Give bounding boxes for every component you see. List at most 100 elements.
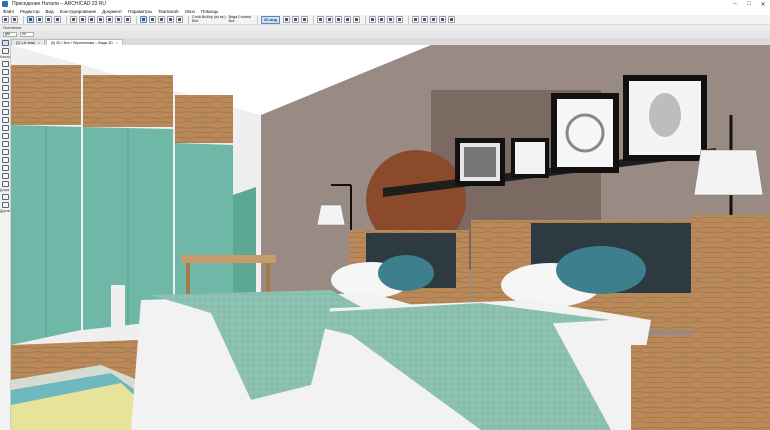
minimize-button[interactable]: – — [728, 0, 742, 8]
toolbar-divider — [188, 15, 189, 24]
wall-lamp-shade — [693, 149, 764, 196]
object-tool-icon[interactable] — [1, 164, 9, 171]
layer-filter-label: Слой Выбор (по вк.) Всё — [192, 14, 226, 23]
trace-icon[interactable] — [149, 16, 156, 23]
pillow — [378, 255, 434, 291]
menu-edit[interactable]: Редактор — [20, 9, 39, 14]
menu-options[interactable]: Параметры — [128, 9, 152, 14]
pillow — [556, 246, 646, 294]
3d-window-icon[interactable] — [291, 16, 299, 23]
shell-tool-icon[interactable] — [1, 132, 9, 139]
railing-tool-icon[interactable] — [1, 116, 9, 123]
toolbox-section-label: Констр. — [0, 55, 12, 59]
menu-design[interactable]: Конструирование — [60, 9, 97, 14]
door-tool-icon[interactable] — [1, 68, 9, 75]
slab-icon[interactable] — [97, 16, 104, 23]
dimension-tool-icon[interactable] — [1, 193, 9, 200]
arrow-icon[interactable] — [27, 16, 34, 23]
nightstand — [691, 215, 770, 345]
toolbar-divider — [136, 15, 137, 24]
bed-base — [631, 345, 770, 430]
marquee-tool-icon[interactable] — [1, 47, 9, 54]
menu-document[interactable]: Документ — [102, 9, 122, 14]
object-icon[interactable] — [124, 16, 131, 23]
desk — [181, 255, 276, 263]
door-icon[interactable] — [79, 16, 86, 23]
pen-set-icon[interactable] — [167, 16, 174, 23]
toolbox-panel: Констр. Докум. Другие — [0, 38, 11, 430]
slab-tool-icon[interactable] — [1, 100, 9, 107]
elevation-icon[interactable] — [377, 16, 385, 23]
archicad-logo-icon — [2, 1, 8, 7]
wall-icon[interactable] — [70, 16, 77, 23]
perspective-icon[interactable] — [300, 16, 308, 23]
detail-icon[interactable] — [386, 16, 394, 23]
toolbar-divider — [312, 15, 314, 24]
marquee-icon[interactable] — [36, 16, 43, 23]
zoom-in-icon[interactable] — [420, 16, 428, 23]
worksheet-icon[interactable] — [395, 16, 403, 23]
magic-wand-icon[interactable] — [45, 16, 52, 23]
render-icon[interactable] — [352, 16, 360, 23]
stair-tool-icon[interactable] — [1, 108, 9, 115]
section-icon[interactable] — [368, 16, 376, 23]
window-controls: – □ ✕ — [728, 0, 770, 8]
grid-icon[interactable] — [140, 16, 147, 23]
open-wardrobe-door — [233, 187, 256, 307]
renovation-icon[interactable] — [176, 16, 183, 23]
snap-icon[interactable] — [54, 16, 61, 23]
skylight-tool-icon[interactable] — [1, 140, 9, 147]
maximize-button[interactable]: □ — [742, 0, 756, 8]
chair — [111, 285, 125, 335]
pan-icon[interactable] — [411, 16, 419, 23]
3d-viewport[interactable] — [11, 45, 770, 430]
close-button[interactable]: ✕ — [756, 0, 770, 8]
toolbar-divider — [364, 15, 366, 24]
window-tool-icon[interactable] — [1, 76, 9, 83]
toolbar-divider — [256, 15, 258, 24]
roof-tool-icon[interactable] — [1, 124, 9, 131]
zone-tool-icon[interactable] — [1, 172, 9, 179]
walk-icon[interactable] — [325, 16, 333, 23]
undo-icon[interactable] — [2, 16, 9, 23]
wardrobe-top — [11, 65, 81, 125]
story-field[interactable]: gfd — [3, 32, 17, 37]
curtain-wall-tool-icon[interactable] — [1, 148, 9, 155]
wall-tool-icon[interactable] — [1, 60, 9, 67]
view-filter-label: Вида Слоина Все — [228, 14, 251, 23]
toolbar-divider — [407, 15, 409, 24]
mesh-tool-icon[interactable] — [1, 180, 9, 187]
window-title: Приседение Натали – ARCHICAD 23 RU — [12, 1, 107, 7]
3d-style-icon[interactable] — [282, 16, 290, 23]
menu-help[interactable]: Помощь — [201, 9, 218, 14]
main-toolbar: Слой Выбор (по вк.) Всё Вида Слоина Все 3D… — [0, 15, 770, 25]
sun-icon[interactable] — [343, 16, 351, 23]
menu-view[interactable]: Вид — [45, 9, 53, 14]
menu-bar: Файл Редактор Вид Конструирование Докуме… — [0, 8, 770, 15]
roof-icon[interactable] — [106, 16, 113, 23]
morph-tool-icon[interactable] — [1, 156, 9, 163]
3d-view-button[interactable]: 3D-вид — [260, 15, 280, 24]
text-tool-icon[interactable] — [1, 201, 9, 208]
zoom-out-icon[interactable] — [429, 16, 437, 23]
arrow-tool-icon[interactable] — [1, 39, 9, 46]
menu-window[interactable]: Окно — [185, 9, 195, 14]
toolbox-section-label: Другие — [0, 209, 11, 213]
toolbar-divider — [23, 15, 24, 24]
window-icon[interactable] — [88, 16, 95, 23]
toolbar-divider — [66, 15, 67, 24]
wardrobe-door — [175, 143, 233, 317]
layers-icon[interactable] — [158, 16, 165, 23]
beam-tool-icon[interactable] — [1, 92, 9, 99]
scale-field[interactable]: rm — [20, 32, 34, 37]
orbit-icon[interactable] — [316, 16, 324, 23]
settings-icon[interactable] — [447, 16, 455, 23]
menu-file[interactable]: Файл — [3, 9, 14, 14]
redo-icon[interactable] — [11, 16, 18, 23]
menu-teamwork[interactable]: Teamwork — [158, 9, 179, 14]
stair-icon[interactable] — [115, 16, 122, 23]
view-tab-bar: [1] 1-й этаж × [0] 3D / Все / Перспектива… — [11, 38, 770, 45]
fit-in-window-icon[interactable] — [438, 16, 446, 23]
camera-icon[interactable] — [334, 16, 342, 23]
column-tool-icon[interactable] — [1, 84, 9, 91]
